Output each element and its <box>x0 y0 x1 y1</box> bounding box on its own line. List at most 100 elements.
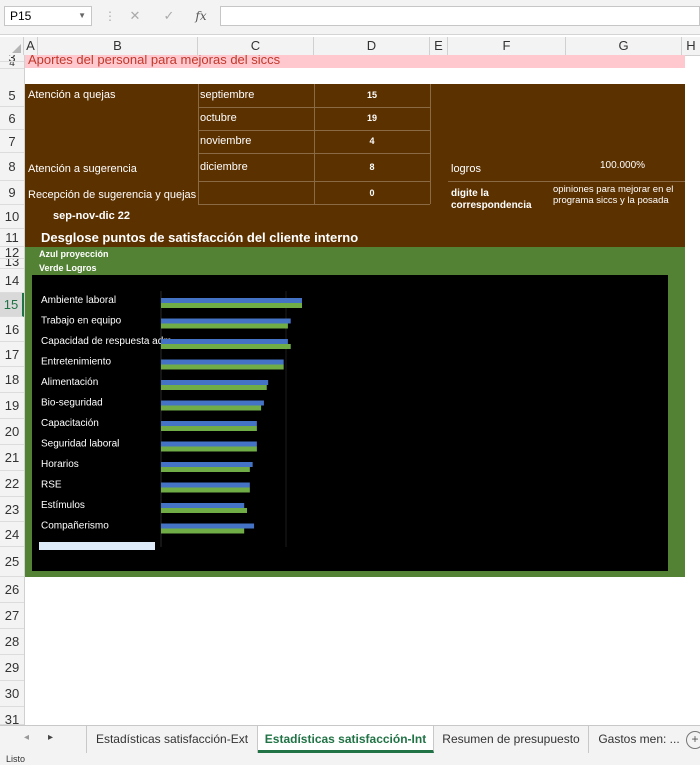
bar-proyeccion <box>161 339 288 344</box>
row-19-header[interactable]: 19 <box>0 393 24 419</box>
column-a-header[interactable]: A <box>24 37 38 55</box>
status-bar: Listo <box>0 753 700 765</box>
row-18-header[interactable]: 18 <box>0 367 24 393</box>
recepcion-label: Recepción de sugerencia y quejas <box>28 189 197 201</box>
category-label-placeholder <box>39 542 155 550</box>
divider <box>198 204 430 205</box>
value-cell[interactable]: 15 <box>314 90 430 100</box>
category-label: Entretenimiento <box>41 357 111 368</box>
column-d-header[interactable]: D <box>314 37 430 55</box>
column-b-header[interactable]: B <box>38 37 198 55</box>
divider <box>198 130 430 131</box>
row-22-header[interactable]: 22 <box>0 471 24 497</box>
month-cell[interactable]: noviembre <box>200 135 251 147</box>
column-c-header[interactable]: C <box>198 37 314 55</box>
row-21-header[interactable]: 21 <box>0 445 24 471</box>
row-14-header[interactable]: 14 <box>0 269 24 293</box>
divider <box>430 84 431 204</box>
tab-estadisticas-int[interactable]: Estadísticas satisfacción-Int <box>258 726 434 753</box>
row-31-header[interactable]: 31 <box>0 707 24 725</box>
bar-logros <box>161 487 250 493</box>
bar-logros <box>161 467 250 472</box>
category-label: Capacidad de respuesta adm <box>41 336 172 347</box>
worksheet-grid[interactable]: Aportes del personal para mejoras del si… <box>25 55 700 725</box>
bar-proyeccion <box>161 482 250 488</box>
row-20-header[interactable]: 20 <box>0 419 24 445</box>
bar-proyeccion <box>161 298 302 303</box>
row-29-header[interactable]: 29 <box>0 655 24 681</box>
category-label: Trabajo en equipo <box>41 316 122 327</box>
row-13-header[interactable]: 13 <box>0 259 24 269</box>
scroll-left-icon[interactable]: ◂ <box>24 732 29 743</box>
cancel-icon[interactable]: ✕ <box>124 6 146 26</box>
tab-resumen-presupuesto[interactable]: Resumen de presupuesto <box>434 726 589 753</box>
column-header: A B C D E F G H <box>0 37 700 56</box>
bar-logros <box>161 426 257 431</box>
insert-function-icon[interactable]: fx <box>190 6 212 26</box>
bar-logros <box>161 405 262 411</box>
tab-gastos-mensuales[interactable]: Gastos men: ... <box>589 726 689 753</box>
row-9-header[interactable]: 9 <box>0 181 24 205</box>
enter-icon[interactable]: ✓ <box>158 6 180 26</box>
legend-blue-label: Azul proyección <box>39 249 109 259</box>
row-12-header[interactable]: 12 <box>0 246 24 259</box>
category-label: Ambiente laboral <box>41 295 116 306</box>
row-27-header[interactable]: 27 <box>0 603 24 629</box>
divider <box>198 181 430 182</box>
bar-logros <box>161 508 248 513</box>
bar-proyeccion <box>161 318 291 324</box>
scroll-right-icon[interactable]: ▸ <box>48 732 53 743</box>
digite-label: digite la correspondencia <box>451 188 532 211</box>
value-cell[interactable]: 4 <box>314 136 430 146</box>
month-cell[interactable]: septiembre <box>200 89 254 101</box>
category-label: Compañerismo <box>41 521 109 532</box>
add-sheet-icon[interactable]: + <box>686 731 700 749</box>
value-cell[interactable]: 0 <box>314 188 430 198</box>
sugerencia-label: Atención a sugerencia <box>28 163 137 175</box>
row-28-header[interactable]: 28 <box>0 629 24 655</box>
row-8-header[interactable]: 8 <box>0 153 24 181</box>
name-box[interactable]: P15 ▼ <box>4 6 92 26</box>
month-cell[interactable]: octubre <box>200 112 237 124</box>
row-15-header[interactable]: 15 <box>0 293 24 317</box>
formula-input[interactable] <box>220 6 700 26</box>
bar-proyeccion <box>161 523 255 529</box>
row-30-header[interactable]: 30 <box>0 681 24 707</box>
value-cell[interactable]: 8 <box>314 162 430 172</box>
bar-proyeccion <box>161 359 284 365</box>
category-label: Capacitación <box>41 418 99 429</box>
row-24-header[interactable]: 24 <box>0 522 24 547</box>
quejas-label: Atención a quejas <box>28 89 116 101</box>
row-7-header[interactable]: 7 <box>0 130 24 153</box>
row-26-header[interactable]: 26 <box>0 577 24 603</box>
value-cell[interactable]: 19 <box>314 113 430 123</box>
column-f-header[interactable]: F <box>448 37 566 55</box>
row-17-header[interactable]: 17 <box>0 342 24 367</box>
row-4-header[interactable]: 4 <box>0 62 24 69</box>
column-e-header[interactable]: E <box>430 37 448 55</box>
row-16-header[interactable]: 16 <box>0 317 24 342</box>
separator-icon: ⋮ <box>104 9 116 23</box>
row-10-header[interactable]: 10 <box>0 205 24 229</box>
bar-logros <box>161 344 291 349</box>
column-g-header[interactable]: G <box>566 37 682 55</box>
row-23-header[interactable]: 23 <box>0 497 24 522</box>
chevron-down-icon[interactable]: ▼ <box>78 7 86 25</box>
legend-green-label: Verde Logros <box>39 263 97 273</box>
tab-estadisticas-ext[interactable]: Estadísticas satisfacción-Ext <box>86 726 258 753</box>
name-box-value: P15 <box>10 9 32 23</box>
divider <box>448 181 685 182</box>
bar-chart[interactable]: Ambiente laboral Trabajo en equipo Capacid… <box>32 275 668 571</box>
logros-value[interactable]: 100.000% <box>600 160 645 171</box>
row-6-header[interactable]: 6 <box>0 107 24 130</box>
opinion-text: opiniones para mejorar en el programa si… <box>553 184 674 206</box>
bar-proyeccion <box>161 441 257 447</box>
select-all-button[interactable] <box>0 37 24 55</box>
row-5-header[interactable]: 5 <box>0 84 24 107</box>
row-header: 3 4 5 6 7 8 9 10 11 12 13 14 15 16 17 18… <box>0 55 25 725</box>
column-h-header[interactable]: H <box>682 37 700 55</box>
row-3-header[interactable]: 3 <box>0 55 24 62</box>
chart-svg: Ambiente laboral Trabajo en equipo Capacid… <box>39 291 302 550</box>
row-25-header[interactable]: 25 <box>0 547 24 577</box>
month-cell[interactable]: diciembre <box>200 161 248 173</box>
